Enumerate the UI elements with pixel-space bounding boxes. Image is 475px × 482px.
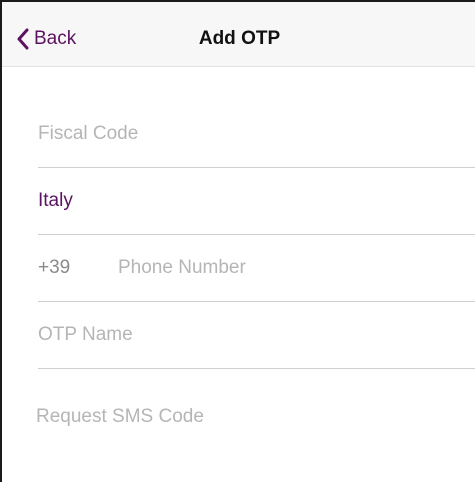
otp-name-field[interactable] bbox=[38, 302, 458, 368]
fiscal-code-field[interactable] bbox=[38, 101, 458, 167]
request-sms-code-button[interactable]: Request SMS Code bbox=[36, 397, 204, 437]
phone-number-field[interactable] bbox=[118, 235, 458, 301]
country-row[interactable]: Italy bbox=[38, 168, 475, 235]
country-code-prefix[interactable]: +39 bbox=[38, 235, 70, 301]
app-screen: Back Add OTP Italy +39 Request SMS Code bbox=[0, 0, 475, 482]
navigation-bar: Back Add OTP bbox=[2, 2, 475, 67]
page-title: Add OTP bbox=[198, 28, 281, 49]
fiscal-code-row bbox=[38, 101, 475, 168]
phone-row: +39 bbox=[38, 235, 475, 302]
country-selector-value[interactable]: Italy bbox=[38, 168, 73, 234]
otp-name-row bbox=[38, 302, 475, 369]
